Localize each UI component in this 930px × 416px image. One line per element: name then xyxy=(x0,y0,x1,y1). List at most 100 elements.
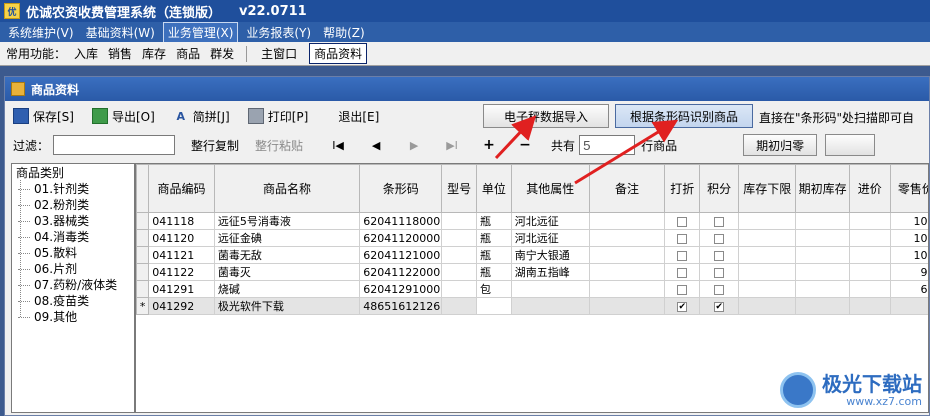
copy-row-button[interactable]: 整行复制 xyxy=(191,137,239,154)
cell-min-stock[interactable] xyxy=(738,229,797,247)
discount-checkbox[interactable] xyxy=(677,216,688,227)
menu-help[interactable]: 帮助(Z) xyxy=(319,23,369,42)
row-indicator[interactable] xyxy=(136,229,150,247)
common-item-inventory[interactable]: 库存 xyxy=(142,45,166,62)
col-header-unit[interactable]: 单位 xyxy=(475,164,512,213)
col-header-init-stock[interactable]: 期初库存 xyxy=(795,164,850,213)
col-header-discount[interactable]: 打折 xyxy=(664,164,701,213)
cell-unit[interactable]: 包 xyxy=(475,280,512,298)
col-header-min-stock[interactable]: 库存下限 xyxy=(738,164,797,213)
col-header-attr[interactable]: 其他属性 xyxy=(510,164,590,213)
cell-min-stock[interactable] xyxy=(738,212,797,230)
cell-init-stock[interactable] xyxy=(795,246,850,264)
row-indicator[interactable] xyxy=(136,212,150,230)
export-button[interactable]: 导出[O] xyxy=(91,105,155,127)
discount-checkbox[interactable] xyxy=(677,267,688,278)
cell-model[interactable] xyxy=(441,246,477,264)
cell-unit[interactable]: 瓶 xyxy=(475,246,512,264)
cell-min-stock[interactable] xyxy=(738,246,797,264)
paste-row-button[interactable]: 整行粘贴 xyxy=(255,137,303,154)
print-button[interactable]: 打印[P] xyxy=(247,105,308,127)
cell-points[interactable] xyxy=(699,229,740,247)
row-indicator[interactable] xyxy=(136,263,150,281)
cell-barcode[interactable]: 6204112200004 xyxy=(359,263,443,281)
cell-model[interactable] xyxy=(441,297,477,315)
cell-name[interactable]: 远征金碘 xyxy=(213,229,361,247)
points-checkbox[interactable] xyxy=(714,233,725,244)
tree-node-bulk[interactable]: 05.散料 xyxy=(14,245,132,261)
cell-init-stock[interactable] xyxy=(795,229,850,247)
new-row[interactable]: * 041292 极光软件下载 48651612126 ✔ ✔ xyxy=(136,297,928,315)
cell-note[interactable] xyxy=(588,246,666,264)
cell-code[interactable]: 041121 xyxy=(148,246,215,264)
points-checkbox[interactable] xyxy=(714,267,725,278)
category-tree[interactable]: 商品类别 01.针剂类 02.粉剂类 03.器械类 04.消毒类 05.散料 0… xyxy=(11,163,135,413)
row-indicator[interactable] xyxy=(136,280,150,298)
cell-code[interactable]: 041120 xyxy=(148,229,215,247)
discount-checkbox[interactable] xyxy=(677,233,688,244)
cell-discount[interactable] xyxy=(664,212,701,230)
tree-node-tablet[interactable]: 06.片剂 xyxy=(14,261,132,277)
menu-system-maintenance[interactable]: 系统维护(V) xyxy=(4,23,78,42)
cell-points[interactable]: ✔ xyxy=(699,297,740,315)
new-row-indicator[interactable]: * xyxy=(136,297,150,315)
common-item-products[interactable]: 商品 xyxy=(176,45,200,62)
cell-price[interactable] xyxy=(889,297,928,315)
cell-code[interactable]: 041291 xyxy=(148,280,215,298)
cell-points[interactable] xyxy=(699,246,740,264)
total-count-field[interactable] xyxy=(579,135,636,155)
cell-min-stock[interactable] xyxy=(738,280,797,298)
cell-code[interactable]: 041122 xyxy=(148,263,215,281)
cell-unit[interactable]: 瓶 xyxy=(475,229,512,247)
cell-attr[interactable] xyxy=(510,297,590,315)
cell-discount[interactable] xyxy=(664,229,701,247)
filter-input[interactable] xyxy=(53,135,176,155)
cell-price[interactable]: 9.0 xyxy=(889,263,928,281)
cell-cost[interactable] xyxy=(848,297,891,315)
cell-barcode[interactable]: 6204112100007 xyxy=(359,246,443,264)
points-checkbox[interactable] xyxy=(714,216,725,227)
exit-button[interactable]: 退出[E] xyxy=(338,105,379,127)
nav-last-icon[interactable]: ▶I xyxy=(433,139,471,152)
tree-node-powder[interactable]: 02.粉剂类 xyxy=(14,197,132,213)
cell-code[interactable]: 041292 xyxy=(148,297,215,315)
tree-node-liquid[interactable]: 07.药粉/液体类 xyxy=(14,277,132,293)
col-header-name[interactable]: 商品名称 xyxy=(213,164,361,213)
col-header-price[interactable]: 零售价 xyxy=(889,164,928,213)
cell-attr[interactable]: 南宁大银通 xyxy=(510,246,590,264)
cell-discount[interactable] xyxy=(664,246,701,264)
common-item-sales[interactable]: 销售 xyxy=(108,45,132,62)
row-indicator[interactable] xyxy=(136,246,150,264)
cell-note[interactable] xyxy=(588,229,666,247)
cell-name[interactable]: 远征5号消毒液 xyxy=(213,212,361,230)
cell-name[interactable]: 菌毒灭 xyxy=(213,263,361,281)
cell-attr[interactable] xyxy=(510,280,590,298)
points-checkbox[interactable] xyxy=(714,250,725,261)
cell-attr[interactable]: 湖南五指峰 xyxy=(510,263,590,281)
tree-node-vaccine[interactable]: 08.疫苗类 xyxy=(14,293,132,309)
cell-init-stock[interactable] xyxy=(795,280,850,298)
common-item-broadcast[interactable]: 群发 xyxy=(210,45,234,62)
cell-unit[interactable] xyxy=(475,297,512,315)
cell-model[interactable] xyxy=(441,229,477,247)
tree-node-disinfectant[interactable]: 04.消毒类 xyxy=(14,229,132,245)
discount-checkbox[interactable] xyxy=(677,250,688,261)
cell-discount[interactable] xyxy=(664,263,701,281)
col-header-code[interactable]: 商品编码 xyxy=(148,164,215,213)
spell-button[interactable]: A 简拼[J] xyxy=(173,105,230,127)
nav-first-icon[interactable]: I◀ xyxy=(319,139,357,152)
cell-price[interactable]: 10.0 xyxy=(889,229,928,247)
col-header-note[interactable]: 备注 xyxy=(588,164,666,213)
points-checkbox-checked[interactable]: ✔ xyxy=(714,301,725,312)
cell-init-stock[interactable] xyxy=(795,212,850,230)
nav-prev-icon[interactable]: ◀ xyxy=(357,139,395,152)
cell-model[interactable] xyxy=(441,212,477,230)
add-row-icon[interactable]: + xyxy=(471,137,507,153)
points-checkbox[interactable] xyxy=(714,284,725,295)
window-tab-main[interactable]: 主窗口 xyxy=(257,44,301,63)
cell-note[interactable] xyxy=(588,297,666,315)
discount-checkbox-checked[interactable]: ✔ xyxy=(677,301,688,312)
nav-next-icon[interactable]: ▶ xyxy=(395,139,433,152)
tree-root[interactable]: 商品类别 xyxy=(16,166,132,181)
window-tab-products[interactable]: 商品资料 xyxy=(309,43,368,64)
